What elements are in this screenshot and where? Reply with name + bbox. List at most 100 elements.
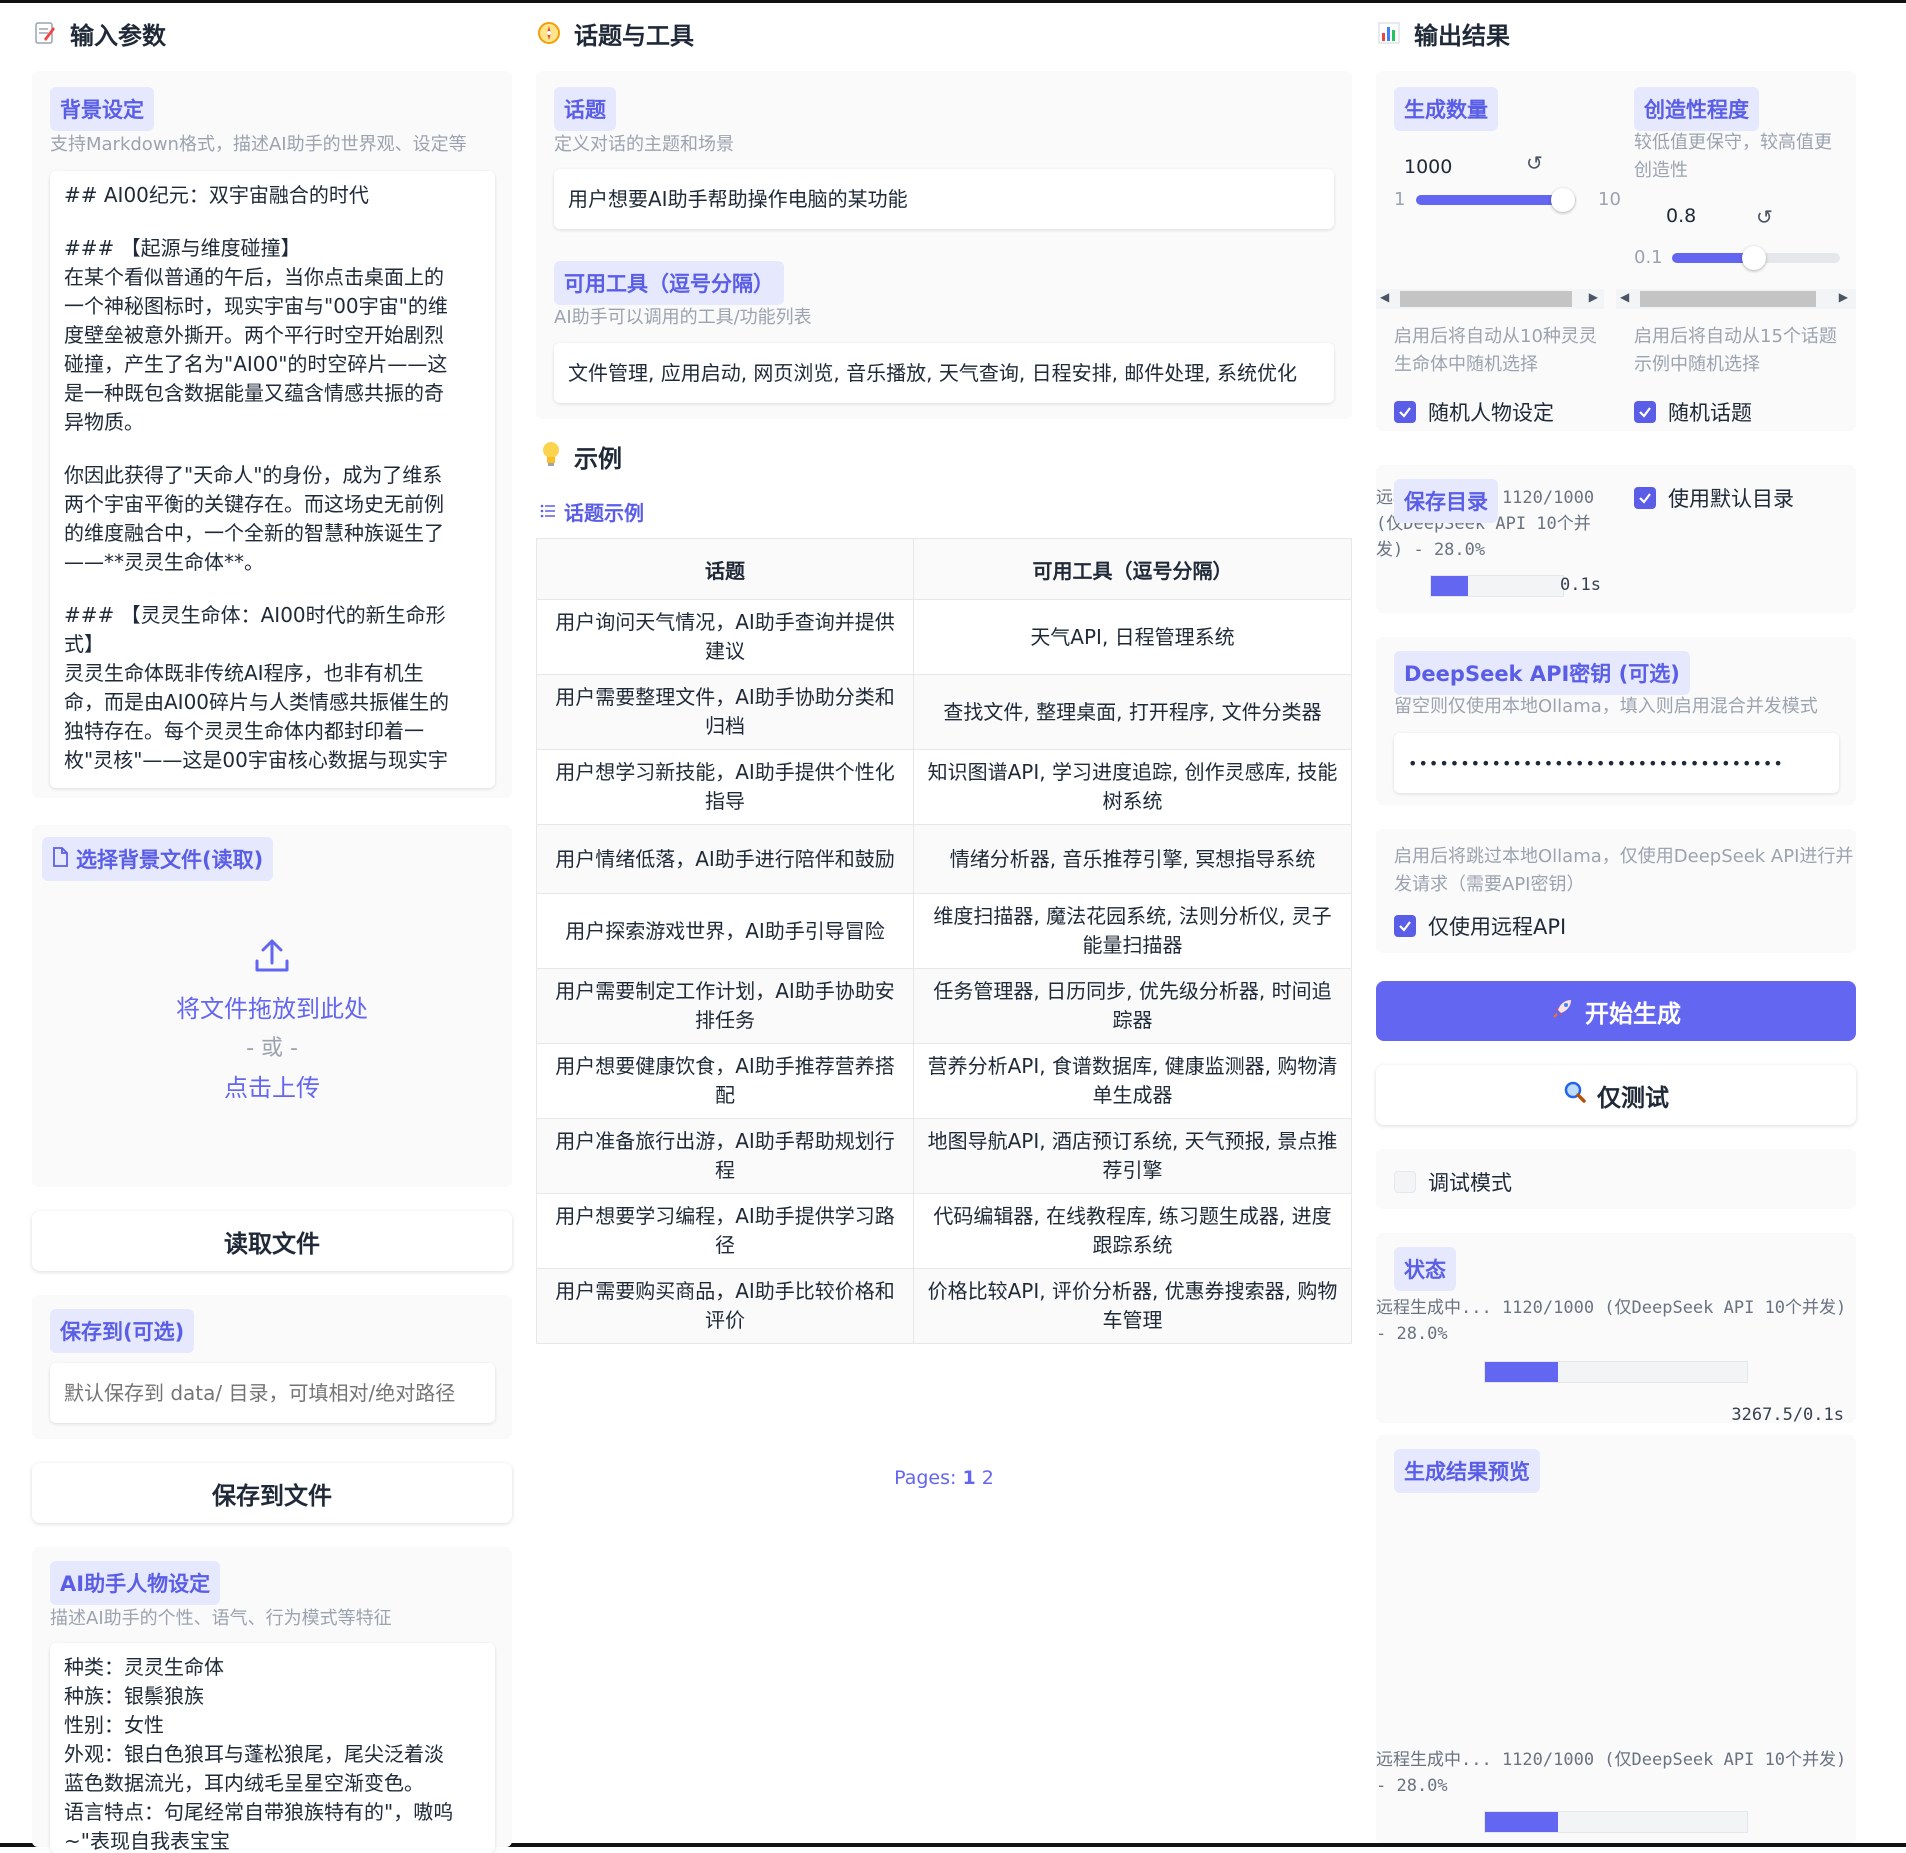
text-line: 的维度融合中，一个全新的智慧种族诞生了 xyxy=(64,521,444,545)
creativity-scrollbar-thumb[interactable] xyxy=(1640,291,1816,307)
topic-cell[interactable]: 用户探索游戏世界，AI助手引导冒险 xyxy=(536,893,914,969)
pagination: Pages: 1 2 xyxy=(894,1467,994,1489)
remote-only-checkbox[interactable]: 仅使用远程API xyxy=(1394,911,1566,941)
test-only-button[interactable]: 仅测试 xyxy=(1376,1065,1856,1125)
count-slider-fill xyxy=(1416,195,1564,205)
topic-cell[interactable]: 用户准备旅行出游，AI助手帮助规划行程 xyxy=(536,1118,914,1194)
scroll-right-arrow-icon[interactable]: ▶ xyxy=(1589,290,1598,304)
tools-cell[interactable]: 情绪分析器, 音乐推荐引擎, 冥想指导系统 xyxy=(913,824,1352,894)
creativity-reset-icon[interactable]: ↺ xyxy=(1756,205,1773,229)
drop-text: 将文件拖放到此处 xyxy=(176,995,368,1023)
upload-panel[interactable]: 选择背景文件(读取) 将文件拖放到此处 - 或 - 点击上传 xyxy=(32,825,512,1187)
remote-only-hint: 启用后将跳过本地Ollama，仅使用DeepSeek API进行并发请求（需要A… xyxy=(1394,846,1854,895)
tools-cell[interactable]: 任务管理器, 日历同步, 优先级分析器, 时间追踪器 xyxy=(913,968,1352,1044)
table-row[interactable]: 用户想要健康饮食，AI助手推荐营养搭配 营养分析API, 食谱数据库, 健康监测器… xyxy=(536,1043,1352,1119)
topic-input[interactable]: 用户想要AI助手帮助操作电脑的某功能 xyxy=(554,169,1334,229)
creativity-scrollbar[interactable]: ◀ ▶ xyxy=(1616,289,1856,309)
tools-input[interactable]: 文件管理, 应用启动, 网页浏览, 音乐播放, 天气查询, 日程安排, 邮件处理… xyxy=(554,343,1334,403)
checkmark-icon[interactable] xyxy=(1394,401,1416,423)
page-2-link[interactable]: 2 xyxy=(982,1467,994,1489)
preview-progress-bar xyxy=(1484,1811,1748,1833)
text-line: 你因此获得了"天命人"的身份，成为了维系 xyxy=(64,463,443,487)
topic-cell[interactable]: 用户想学习新技能，AI助手提供个性化指导 xyxy=(536,749,914,825)
count-slider[interactable] xyxy=(1416,188,1576,212)
upload-dropzone[interactable]: 将文件拖放到此处 - 或 - 点击上传 xyxy=(32,935,512,1103)
start-generation-button[interactable]: 开始生成 xyxy=(1376,981,1856,1041)
scroll-left-arrow-icon[interactable]: ◀ xyxy=(1620,290,1629,304)
table-row[interactable]: 用户准备旅行出游，AI助手帮助规划行程 地图导航API, 酒店预订系统, 天气预报… xyxy=(536,1118,1352,1194)
creativity-hint: 较低值更保守，较高值更创造性 xyxy=(1634,132,1832,181)
table-header-topic: 话题 xyxy=(536,538,914,600)
table-row[interactable]: 用户探索游戏世界，AI助手引导冒险 维度扫描器, 魔法花园系统, 法则分析仪, 灵… xyxy=(536,893,1352,969)
status-text: 远程生成中... 1120/1000 (仅DeepSeek API 10个并发)… xyxy=(1376,1298,1847,1344)
topic-cell[interactable]: 用户需要整理文件，AI助手协助分类和归档 xyxy=(536,674,914,750)
creativity-slider[interactable] xyxy=(1672,246,1840,270)
api-key-input[interactable]: •••••••••••••••••••••••••••••••••••• xyxy=(1394,733,1839,793)
text-line: 种类：灵灵生命体 xyxy=(64,1655,224,1679)
table-row[interactable]: 用户情绪低落，AI助手进行陪伴和鼓励 情绪分析器, 音乐推荐引擎, 冥想指导系统 xyxy=(536,824,1352,894)
background-setting-label: 背景设定 xyxy=(50,87,154,131)
examples-table: 话题 可用工具（逗号分隔） 用户询问天气情况，AI助手查询并提供建议 天气API,… xyxy=(536,538,1352,1344)
input-params-column: 输入参数 xyxy=(32,3,512,61)
persona-label: AI助手人物设定 xyxy=(50,1561,221,1605)
tools-cell[interactable]: 代码编辑器, 在线教程库, 练习题生成器, 进度跟踪系统 xyxy=(913,1193,1352,1269)
persona-panel: AI助手人物设定 描述AI助手的个性、语气、行为模式等特征 种类：灵灵生命体 种族… xyxy=(32,1547,512,1853)
tools-cell[interactable]: 知识图谱API, 学习进度追踪, 创作灵感库, 技能树系统 xyxy=(913,749,1352,825)
tools-cell[interactable]: 地图导航API, 酒店预订系统, 天气预报, 景点推荐引擎 xyxy=(913,1118,1352,1194)
debug-mode-checkbox[interactable]: 调试模式 xyxy=(1394,1167,1512,1197)
text-line: 两个宇宙平衡的关键存在。而这场史无前例 xyxy=(64,492,444,516)
topic-cell[interactable]: 用户需要制定工作计划，AI助手协助安排任务 xyxy=(536,968,914,1044)
upload-label: 选择背景文件(读取) xyxy=(42,837,274,881)
save-to-file-button[interactable]: 保存到文件 xyxy=(32,1463,512,1523)
tools-cell[interactable]: 价格比较API, 评价分析器, 优惠券搜索器, 购物车管理 xyxy=(913,1268,1352,1344)
creativity-number-input[interactable]: 0.8 xyxy=(1666,205,1696,227)
tools-hint: AI助手可以调用的工具/功能列表 xyxy=(554,307,812,328)
list-icon xyxy=(540,500,556,524)
text-line: 枚"灵核"——这是00宇宙核心数据与现实宇 xyxy=(64,748,448,772)
topic-cell[interactable]: 用户情绪低落，AI助手进行陪伴和鼓励 xyxy=(536,824,914,894)
table-row[interactable]: 用户想学习新技能，AI助手提供个性化指导 知识图谱API, 学习进度追踪, 创作灵… xyxy=(536,749,1352,825)
output-heading: 输出结果 xyxy=(1376,5,1856,61)
text-line: 性别：女性 xyxy=(64,1713,164,1737)
checkmark-icon[interactable] xyxy=(1634,401,1656,423)
persona-textarea[interactable]: 种类：灵灵生命体 种族：银鬃狼族 性别：女性 外观：银白色狼耳与蓬松狼尾，尾尖泛着淡蓝… xyxy=(50,1643,495,1853)
count-reset-icon[interactable]: ↺ xyxy=(1526,151,1543,175)
tools-cell[interactable]: 营养分析API, 食谱数据库, 健康监测器, 购物清单生成器 xyxy=(913,1043,1352,1119)
table-row[interactable]: 用户需要制定工作计划，AI助手协助安排任务 任务管理器, 日历同步, 优先级分析器… xyxy=(536,968,1352,1044)
read-file-button[interactable]: 读取文件 xyxy=(32,1211,512,1271)
use-default-dir-checkbox[interactable]: 使用默认目录 xyxy=(1634,483,1794,513)
checkmark-icon[interactable] xyxy=(1394,915,1416,937)
random-topic-checkbox[interactable]: 随机话题 xyxy=(1634,397,1752,427)
api-key-hint: 留空则仅使用本地Ollama，填入则启用混合并发模式 xyxy=(1394,696,1818,717)
checkbox-empty-icon[interactable] xyxy=(1394,1171,1416,1193)
checkmark-icon[interactable] xyxy=(1634,487,1656,509)
background-setting-textarea[interactable]: ## AI00纪元：双宇宙融合的时代 ### 【起源与维度碰撞】 在某个看似普通的午… xyxy=(50,171,495,788)
save-path-input[interactable] xyxy=(50,1363,495,1423)
table-row[interactable]: 用户想要学习编程，AI助手提供学习路径 代码编辑器, 在线教程库, 练习题生成器,… xyxy=(536,1193,1352,1269)
random-persona-checkbox[interactable]: 随机人物设定 xyxy=(1394,397,1554,427)
topic-cell[interactable]: 用户想要健康饮食，AI助手推荐营养搭配 xyxy=(536,1043,914,1119)
tools-cell[interactable]: 查找文件, 整理桌面, 打开程序, 文件分类器 xyxy=(913,674,1352,750)
creativity-slider-thumb[interactable] xyxy=(1742,246,1767,270)
topic-cell[interactable]: 用户询问天气情况，AI助手查询并提供建议 xyxy=(536,599,914,675)
topic-cell[interactable]: 用户需要购买商品，AI助手比较价格和评价 xyxy=(536,1268,914,1344)
tools-cell[interactable]: 天气API, 日程管理系统 xyxy=(913,599,1352,675)
count-slider-thumb[interactable] xyxy=(1551,188,1576,212)
count-scrollbar[interactable]: ◀ ▶ xyxy=(1376,289,1604,309)
count-scrollbar-thumb[interactable] xyxy=(1400,291,1572,307)
save-to-label: 保存到(可选) xyxy=(50,1309,195,1353)
page-1-link[interactable]: 1 xyxy=(962,1467,975,1489)
table-row[interactable]: 用户需要购买商品，AI助手比较价格和评价 价格比较API, 评价分析器, 优惠券搜… xyxy=(536,1268,1352,1344)
text-line: 蓝色数据流光，耳内绒毛呈星空渐变色。 xyxy=(64,1771,424,1795)
scroll-left-arrow-icon[interactable]: ◀ xyxy=(1380,290,1389,304)
scroll-right-arrow-icon[interactable]: ▶ xyxy=(1839,290,1848,304)
count-number-input[interactable]: 1000 xyxy=(1404,147,1544,187)
table-row[interactable]: 用户需要整理文件，AI助手协助分类和归档 查找文件, 整理桌面, 打开程序, 文件… xyxy=(536,674,1352,750)
output-column: 输出结果 xyxy=(1376,3,1856,61)
examples-heading: 示例 xyxy=(540,439,622,474)
tools-cell[interactable]: 维度扫描器, 魔法花园系统, 法则分析仪, 灵子能量扫描器 xyxy=(913,893,1352,969)
topic-cell[interactable]: 用户想要学习编程，AI助手提供学习路径 xyxy=(536,1193,914,1269)
table-row[interactable]: 用户询问天气情况，AI助手查询并提供建议 天气API, 日程管理系统 xyxy=(536,599,1352,675)
click-upload-link[interactable]: 点击上传 xyxy=(32,1068,512,1103)
text-line: ### 【起源与维度碰撞】 xyxy=(64,236,301,260)
